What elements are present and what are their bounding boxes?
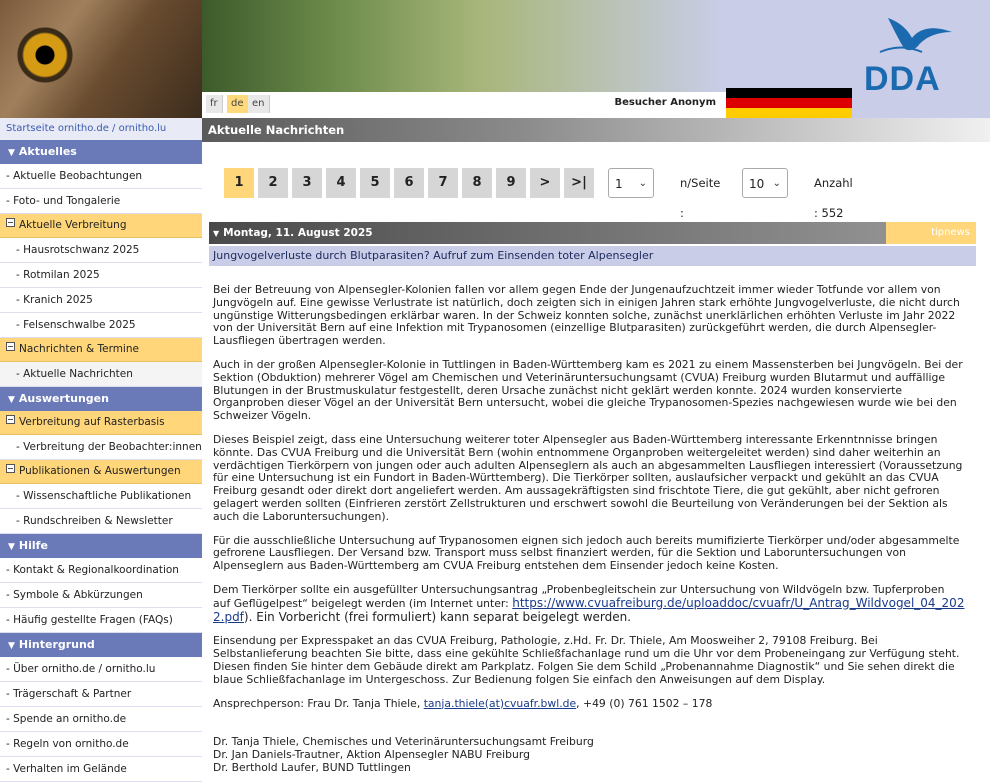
news-article: Bei der Betreuung von Alpensegler-Koloni… (213, 283, 965, 775)
article-paragraph: Dieses Beispiel zeigt, dass eine Untersu… (213, 432, 963, 523)
triangle-down-icon: ▼ (8, 641, 15, 651)
page-button[interactable]: 5 (360, 168, 390, 198)
collapse-box-icon (6, 218, 15, 227)
page-button[interactable]: 1 (224, 168, 254, 198)
news-date-bar[interactable]: ▼ Montag, 11. August 2025 tipnews (209, 222, 976, 244)
main-content: Aktuelle Nachrichten 1 2 3 4 5 6 7 8 9 >… (202, 118, 990, 781)
per-page-select[interactable]: 10 ⌄ (742, 168, 788, 198)
sidebar-item-symbole[interactable]: - Symbole & Abkürzungen (0, 583, 202, 608)
page-button[interactable]: 7 (428, 168, 458, 198)
article-paragraph: Auch in der großen Alpensegler-Kolonie i… (213, 357, 963, 423)
section-auswertungen[interactable]: ▼ Auswertungen (0, 387, 202, 411)
per-page-label: n/Seite : (680, 176, 721, 220)
article-paragraph: Bei der Betreuung von Alpensegler-Koloni… (213, 283, 960, 348)
triangle-down-icon: ▼ (213, 229, 220, 238)
signature-line: Dr. Berthold Laufer, BUND Tuttlingen (213, 760, 411, 774)
sidebar-group-publikationen[interactable]: Publikationen & Auswertungen (0, 460, 202, 484)
triangle-down-icon: ▼ (8, 542, 15, 552)
header-banner (202, 0, 782, 92)
page-title: Aktuelle Nachrichten (202, 118, 990, 142)
chevron-down-icon: ⌄ (772, 178, 781, 189)
sidebar: Startseite ornitho.de / ornitho.lu ▼ Aktu… (0, 118, 202, 782)
collapse-box-icon (6, 464, 15, 473)
news-headline: Jungvogelverluste durch Blutparasiten? A… (209, 246, 976, 266)
page-button[interactable]: 3 (292, 168, 322, 198)
article-paragraph: Dem Tierkörper sollte ein ausgefüllter U… (213, 582, 965, 624)
sidebar-item-kranich[interactable]: - Kranich 2025 (0, 288, 202, 313)
page-button[interactable]: 6 (394, 168, 424, 198)
sidebar-group-nachrichten-termine[interactable]: Nachrichten & Termine (0, 338, 202, 362)
signature-line: Dr. Jan Daniels-Trautner, Aktion Alpense… (213, 748, 530, 762)
owl-banner-image (0, 0, 202, 118)
collapse-box-icon (6, 415, 15, 424)
sidebar-item-spende[interactable]: - Spende an ornitho.de (0, 707, 202, 732)
next-page-button[interactable]: > (530, 168, 560, 198)
lang-en[interactable]: en (248, 95, 270, 113)
section-hintergrund[interactable]: ▼ Hintergrund (0, 633, 202, 657)
page-button[interactable]: 4 (326, 168, 356, 198)
language-bar: fr de en Besucher Anonym (202, 92, 726, 118)
section-hilfe[interactable]: ▼ Hilfe (0, 534, 202, 558)
logo-text: DDA (864, 60, 941, 98)
sidebar-item-regeln[interactable]: - Regeln von ornitho.de (0, 732, 202, 757)
site-header: DDA fr de en Besucher Anonym (0, 0, 990, 118)
contact-line: Ansprechperson: Frau Dr. Tanja Thiele, t… (213, 696, 713, 710)
sidebar-item-rotmilan[interactable]: - Rotmilan 2025 (0, 263, 202, 288)
sidebar-group-verbreitung-raster[interactable]: Verbreitung auf Rasterbasis (0, 411, 202, 435)
sidebar-item-aktuelle-beobachtungen[interactable]: - Aktuelle Beobachtungen (0, 164, 202, 189)
chevron-down-icon: ⌄ (638, 178, 647, 189)
sidebar-group-aktuelle-verbreitung[interactable]: Aktuelle Verbreitung (0, 214, 202, 238)
contact-email-link[interactable]: tanja.thiele(at)cvuafr.bwl.de (424, 697, 576, 710)
visitor-label: Besucher Anonym (614, 97, 716, 108)
page-button[interactable]: 9 (496, 168, 526, 198)
news-date: Montag, 11. August 2025 (223, 227, 373, 239)
sidebar-item-ueber[interactable]: - Über ornitho.de / ornitho.lu (0, 657, 202, 682)
german-flag (726, 88, 852, 118)
article-paragraph: Einsendung per Expresspaket an das CVUA … (213, 634, 960, 686)
page-button[interactable]: 8 (462, 168, 492, 198)
page-select[interactable]: 1 ⌄ (608, 168, 654, 198)
triangle-down-icon: ▼ (8, 148, 15, 158)
sidebar-item-rundschreiben[interactable]: - Rundschreiben & Newsletter (0, 509, 202, 534)
signatures: Dr. Tanja Thiele, Chemisches und Veterin… (213, 736, 965, 774)
dda-logo[interactable]: DDA (860, 12, 970, 102)
bird-logo-icon (879, 18, 952, 53)
sidebar-item-faq[interactable]: - Häufig gestellte Fragen (FAQs) (0, 608, 202, 633)
sidebar-item-wissenschaftliche[interactable]: - Wissenschaftliche Publikationen (0, 484, 202, 509)
sidebar-item-hausrotschwanz[interactable]: - Hausrotschwanz 2025 (0, 238, 202, 263)
count-label: Anzahl : 552 (814, 176, 853, 220)
lang-de[interactable]: de (227, 95, 249, 113)
news-source-tag: tipnews (886, 222, 976, 244)
section-aktuelles[interactable]: ▼ Aktuelles (0, 140, 202, 164)
sidebar-item-kontakt[interactable]: - Kontakt & Regionalkoordination (0, 558, 202, 583)
lang-fr[interactable]: fr (206, 95, 223, 113)
triangle-down-icon: ▼ (8, 395, 15, 405)
article-paragraph: Für die ausschließliche Untersuchung auf… (213, 533, 960, 573)
sidebar-item-traegerschaft[interactable]: - Trägerschaft & Partner (0, 682, 202, 707)
last-page-button[interactable]: >| (564, 168, 594, 198)
sidebar-item-verhalten[interactable]: - Verhalten im Gelände (0, 757, 202, 782)
sidebar-item-aktuelle-nachrichten[interactable]: - Aktuelle Nachrichten (0, 362, 202, 387)
page-button[interactable]: 2 (258, 168, 288, 198)
collapse-box-icon (6, 342, 15, 351)
sidebar-item-felsenschwalbe[interactable]: - Felsenschwalbe 2025 (0, 313, 202, 338)
sidebar-item-foto-tongalerie[interactable]: - Foto- und Tongalerie (0, 189, 202, 214)
breadcrumb[interactable]: Startseite ornitho.de / ornitho.lu (0, 118, 202, 140)
sidebar-item-verbreitung-beobachter[interactable]: - Verbreitung der Beobachter:innen (0, 435, 202, 460)
